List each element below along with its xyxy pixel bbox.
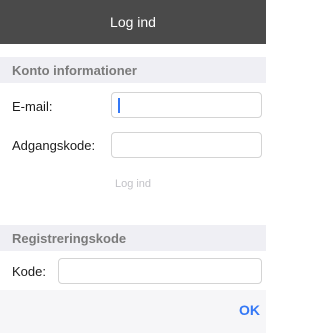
section-header-registration: Registreringskode bbox=[0, 225, 266, 251]
email-label: E-mail: bbox=[12, 98, 53, 114]
code-label: Kode: bbox=[12, 263, 46, 279]
text-cursor bbox=[118, 98, 120, 113]
bottom-toolbar: OK bbox=[0, 290, 266, 333]
password-label: Adgangskode: bbox=[12, 137, 96, 153]
login-button[interactable]: Log ind bbox=[0, 178, 266, 190]
password-field[interactable] bbox=[111, 132, 262, 158]
ok-button[interactable]: OK bbox=[239, 302, 260, 318]
section-header-account: Konto informationer bbox=[0, 57, 266, 83]
code-field[interactable] bbox=[58, 258, 262, 284]
navigation-bar: Log ind bbox=[0, 0, 266, 44]
email-field[interactable] bbox=[111, 92, 262, 118]
page-title: Log ind bbox=[110, 14, 156, 30]
